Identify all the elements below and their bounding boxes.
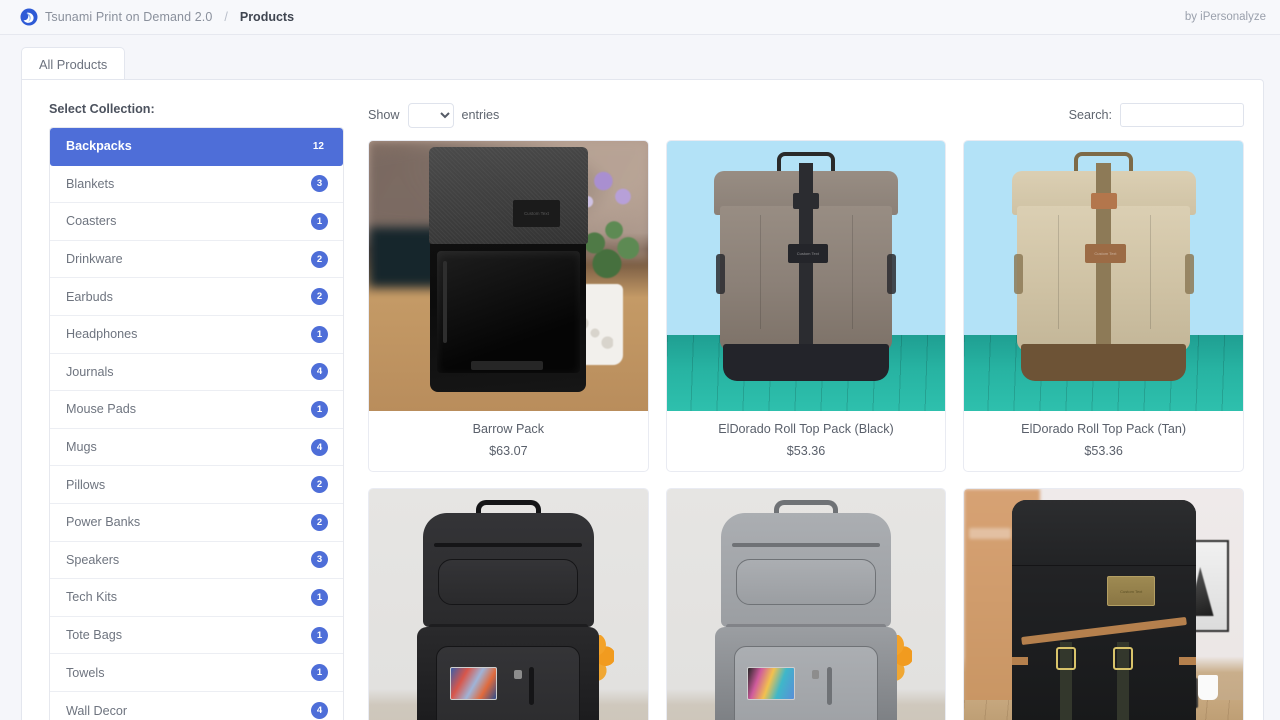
sidebar-item-coasters[interactable]: Coasters 1 xyxy=(50,203,343,241)
attribution-label: by iPersonalyze xyxy=(1184,11,1266,23)
collection-count-badge: 2 xyxy=(311,476,328,494)
product-price: $63.07 xyxy=(489,444,528,458)
sidebar-item-mugs[interactable]: Mugs 4 xyxy=(50,428,343,467)
tab-strip: All Products xyxy=(0,35,1280,80)
sidebar-title: Select Collection: xyxy=(49,102,155,116)
product-card[interactable] xyxy=(368,488,649,720)
product-card[interactable] xyxy=(963,488,1244,720)
product-price: $53.36 xyxy=(1084,444,1123,458)
product-name: Barrow Pack xyxy=(472,422,545,436)
collection-label: Journals xyxy=(66,364,114,379)
sidebar-item-headphones[interactable]: Headphones 1 xyxy=(50,315,343,354)
page-title: Products xyxy=(239,10,295,24)
collection-label: Backpacks xyxy=(66,139,132,154)
breadcrumb-separator: / xyxy=(224,10,228,24)
collection-list: Backpacks 12 Blankets 3 Coasters 1 Drink… xyxy=(49,127,344,720)
entries-length-control: Show 10 25 50 100 entries xyxy=(368,102,500,128)
collection-label: Tote Bags xyxy=(66,628,123,643)
collection-label: Coasters xyxy=(66,214,117,229)
collection-count-badge: 4 xyxy=(311,363,328,381)
collection-label: Headphones xyxy=(66,327,138,342)
collection-count-badge: 1 xyxy=(311,325,328,343)
product-meta: ElDorado Roll Top Pack (Black) $53.36 xyxy=(667,411,946,471)
collection-label: Speakers xyxy=(66,552,120,567)
collection-label: Wall Decor xyxy=(66,703,128,718)
collection-count-badge: 1 xyxy=(311,626,328,644)
entries-label: entries xyxy=(461,108,500,122)
show-label: Show xyxy=(368,108,400,122)
collection-label: Tech Kits xyxy=(66,590,118,605)
collection-count-badge: 3 xyxy=(311,175,328,193)
collection-label: Mouse Pads xyxy=(66,402,137,417)
collection-label: Power Banks xyxy=(66,515,141,530)
collection-count-badge: 1 xyxy=(311,400,328,418)
tab-label: All Products xyxy=(39,56,108,72)
product-name: ElDorado Roll Top Pack (Tan) xyxy=(1021,422,1187,436)
sidebar-item-speakers[interactable]: Speakers 3 xyxy=(50,541,343,580)
sidebar-item-backpacks[interactable]: Backpacks 12 xyxy=(50,128,343,166)
entries-length-select[interactable]: 10 25 50 100 xyxy=(407,102,454,128)
product-image-tech-grey[interactable] xyxy=(666,489,946,720)
collection-count-badge: 4 xyxy=(311,702,328,720)
sidebar-item-earbuds[interactable]: Earbuds 2 xyxy=(50,278,343,316)
product-card[interactable]: ElDorado Roll Top Pack (Tan) $53.36 xyxy=(963,140,1244,472)
product-price: $53.36 xyxy=(786,444,826,458)
search-label: Search: xyxy=(1068,108,1112,122)
collection-count-badge: 2 xyxy=(311,513,328,531)
sidebar-item-tech-kits[interactable]: Tech Kits 1 xyxy=(50,579,343,617)
sidebar-item-power-banks[interactable]: Power Banks 2 xyxy=(50,503,343,542)
collection-count-badge: 2 xyxy=(311,288,328,306)
breadcrumb: Tsunami Print on Demand 2.0 / Products xyxy=(20,8,294,26)
sidebar-item-drinkware[interactable]: Drinkware 2 xyxy=(50,240,343,279)
collection-label: Earbuds xyxy=(66,289,113,304)
collection-label: Drinkware xyxy=(66,252,123,267)
collection-label: Mugs xyxy=(66,440,97,455)
product-meta: ElDorado Roll Top Pack (Tan) $53.36 xyxy=(964,411,1243,471)
collection-count-badge: 1 xyxy=(311,212,328,230)
collection-count-badge: 1 xyxy=(311,664,328,682)
product-meta: Barrow Pack $63.07 xyxy=(369,411,648,471)
product-name: ElDorado Roll Top Pack (Black) xyxy=(718,422,894,436)
table-controls: Show 10 25 50 100 entries Search: xyxy=(368,100,1244,130)
collection-label: Blankets xyxy=(66,176,115,191)
tab-all-products[interactable]: All Products xyxy=(21,47,126,80)
collection-count-badge: 3 xyxy=(311,551,328,569)
app-name[interactable]: Tsunami Print on Demand 2.0 xyxy=(45,10,212,24)
products-main: Show 10 25 50 100 entries Search: xyxy=(347,80,1263,720)
product-card[interactable] xyxy=(665,488,947,720)
product-image-eldorado-black[interactable] xyxy=(666,141,946,411)
sidebar-item-blankets[interactable]: Blankets 3 xyxy=(50,165,343,204)
collection-label: Towels xyxy=(66,665,105,680)
product-card[interactable]: Barrow Pack $63.07 xyxy=(368,140,649,472)
sidebar-item-journals[interactable]: Journals 4 xyxy=(50,353,343,392)
collection-count-badge: 12 xyxy=(312,140,324,152)
product-image-canvas-office[interactable] xyxy=(964,489,1243,720)
collection-sidebar: Select Collection: Backpacks 12 Blankets… xyxy=(22,80,347,720)
product-image-tech-black[interactable] xyxy=(369,489,648,720)
wave-logo-icon xyxy=(20,8,38,26)
sidebar-item-towels[interactable]: Towels 1 xyxy=(50,654,343,692)
sidebar-item-wall-decor[interactable]: Wall Decor 4 xyxy=(50,691,343,720)
product-image-eldorado-tan[interactable] xyxy=(964,141,1243,411)
sidebar-item-pillows[interactable]: Pillows 2 xyxy=(50,466,343,504)
product-card[interactable]: ElDorado Roll Top Pack (Black) $53.36 xyxy=(665,140,947,472)
product-image-barrow-pack[interactable] xyxy=(369,141,648,411)
product-grid: Barrow Pack $63.07 xyxy=(368,140,1244,720)
products-panel: Select Collection: Backpacks 12 Blankets… xyxy=(21,79,1264,720)
sidebar-item-mouse-pads[interactable]: Mouse Pads 1 xyxy=(50,391,343,429)
collection-count-badge: 2 xyxy=(311,250,328,268)
sidebar-item-tote-bags[interactable]: Tote Bags 1 xyxy=(50,616,343,655)
collection-count-badge: 4 xyxy=(311,438,328,456)
collection-label: Pillows xyxy=(66,477,106,492)
search-control: Search: xyxy=(1069,103,1244,127)
top-bar: Tsunami Print on Demand 2.0 / Products b… xyxy=(0,0,1280,35)
search-input[interactable] xyxy=(1120,103,1244,127)
collection-count-badge: 1 xyxy=(311,588,328,606)
